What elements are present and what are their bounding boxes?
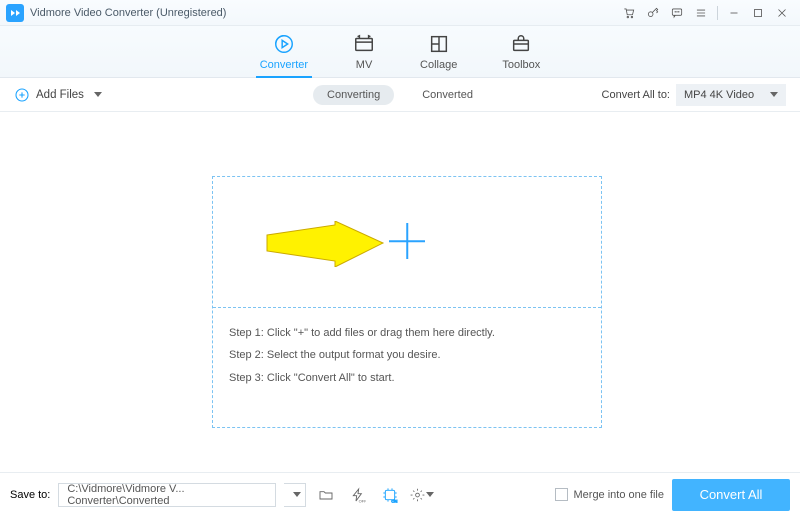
tab-converter[interactable]: Converter (260, 33, 308, 77)
svg-text:ON: ON (392, 498, 398, 503)
step-3: Step 3: Click "Convert All" to start. (229, 371, 585, 386)
output-format-select[interactable]: MP4 4K Video (676, 84, 786, 106)
separator (717, 6, 718, 20)
convert-all-to: Convert All to: MP4 4K Video (602, 84, 786, 106)
feedback-icon[interactable] (665, 1, 689, 25)
chevron-down-icon (293, 492, 301, 497)
chevron-down-icon (770, 92, 778, 97)
add-files-label: Add Files (36, 89, 84, 101)
svg-text:OFF: OFF (359, 498, 366, 503)
gpu-on-button[interactable]: ON (378, 483, 402, 507)
open-folder-button[interactable] (314, 483, 338, 507)
tutorial-arrow-icon (265, 221, 385, 267)
add-plus-button[interactable] (389, 223, 425, 259)
step-2: Step 2: Select the output format you des… (229, 348, 585, 363)
app-logo (6, 4, 24, 22)
minimize-button[interactable] (722, 1, 746, 25)
convert-all-button[interactable]: Convert All (672, 479, 790, 511)
cart-icon[interactable] (617, 1, 641, 25)
tab-label: Toolbox (502, 59, 540, 71)
merge-checkbox[interactable] (555, 488, 568, 501)
window-title: Vidmore Video Converter (Unregistered) (30, 7, 226, 19)
converting-tab[interactable]: Converting (313, 85, 394, 105)
separator (213, 307, 601, 308)
save-path-dropdown[interactable] (284, 483, 306, 507)
instructions: Step 1: Click "+" to add files or drag t… (229, 319, 585, 393)
maximize-button[interactable] (746, 1, 770, 25)
merge-label: Merge into one file (574, 489, 665, 501)
save-path-value: C:\Vidmore\Vidmore V... Converter\Conver… (67, 483, 267, 507)
convert-all-to-label: Convert All to: (602, 89, 670, 101)
tab-collage[interactable]: Collage (420, 33, 457, 77)
chevron-down-icon (94, 92, 102, 97)
main-tabs: Converter MV Collage Toolbox (0, 26, 800, 78)
key-icon[interactable] (641, 1, 665, 25)
add-files-button[interactable]: Add Files (14, 87, 102, 103)
lightning-off-button[interactable]: OFF (346, 483, 370, 507)
tab-mv[interactable]: MV (353, 33, 375, 77)
save-path-input[interactable]: C:\Vidmore\Vidmore V... Converter\Conver… (58, 483, 276, 507)
settings-button[interactable] (410, 483, 434, 507)
menu-icon[interactable] (689, 1, 713, 25)
tab-label: Collage (420, 59, 457, 71)
tab-toolbox[interactable]: Toolbox (502, 33, 540, 77)
toolbar: Add Files Converting Converted Convert A… (0, 78, 800, 112)
close-button[interactable] (770, 1, 794, 25)
step-1: Step 1: Click "+" to add files or drag t… (229, 326, 585, 341)
save-to-label: Save to: (10, 489, 50, 501)
drop-zone[interactable]: Step 1: Click "+" to add files or drag t… (212, 176, 602, 428)
converted-tab[interactable]: Converted (408, 85, 487, 105)
status-tabs: Converting Converted (313, 85, 487, 105)
tab-label: MV (356, 59, 373, 71)
tab-label: Converter (260, 59, 308, 71)
footer: Save to: C:\Vidmore\Vidmore V... Convert… (0, 472, 800, 516)
title-bar: Vidmore Video Converter (Unregistered) (0, 0, 800, 26)
format-value: MP4 4K Video (684, 89, 754, 101)
chevron-down-icon (426, 492, 434, 497)
content-area: Step 1: Click "+" to add files or drag t… (0, 112, 800, 466)
merge-option[interactable]: Merge into one file (555, 488, 665, 501)
